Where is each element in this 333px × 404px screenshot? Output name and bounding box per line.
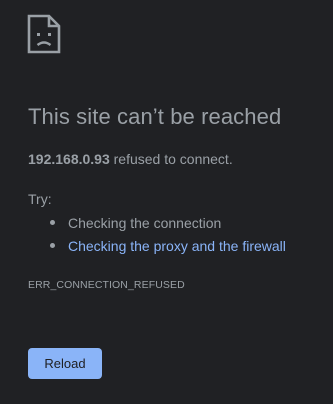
error-code: ERR_CONNECTION_REFUSED bbox=[28, 279, 185, 291]
suggestion-item-proxy-firewall: Checking the proxy and the firewall bbox=[28, 235, 286, 258]
bullet-icon bbox=[50, 220, 55, 225]
error-message: 192.168.0.93 refused to connect. bbox=[28, 151, 233, 167]
suggestions-list: Checking the connection Checking the pro… bbox=[28, 212, 286, 258]
host-address: 192.168.0.93 bbox=[28, 151, 110, 167]
suggestion-item-connection: Checking the connection bbox=[28, 212, 286, 235]
proxy-firewall-link[interactable]: Checking the proxy and the firewall bbox=[68, 238, 286, 254]
try-label: Try: bbox=[28, 191, 52, 207]
bullet-icon bbox=[50, 243, 55, 248]
sad-page-icon bbox=[27, 14, 61, 54]
error-message-text: refused to connect. bbox=[109, 151, 233, 167]
page-title: This site can’t be reached bbox=[28, 104, 282, 129]
reload-button[interactable]: Reload bbox=[28, 348, 102, 379]
suggestion-label: Checking the connection bbox=[68, 215, 222, 231]
